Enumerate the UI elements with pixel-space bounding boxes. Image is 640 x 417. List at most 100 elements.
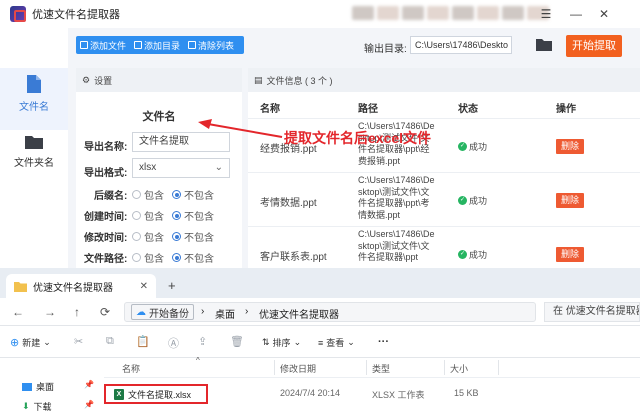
annotation-arrow-icon bbox=[198, 119, 283, 138]
menu-icon[interactable]: ☰ bbox=[536, 4, 556, 24]
chevron-down-icon: ⌄ bbox=[43, 337, 51, 347]
delete-button[interactable]: 删除 bbox=[556, 139, 584, 154]
add-folder-button[interactable]: 添加目录 bbox=[130, 39, 184, 52]
col-name: 名称 bbox=[260, 104, 280, 115]
tab-close-icon[interactable]: ✕ bbox=[140, 281, 148, 292]
file-explorer-window: 优速文件名提取器 ✕ + ← → ↑ ⟳ ☁ 开始备份 › 桌面 › 优速文件名… bbox=[0, 268, 640, 417]
delete-button[interactable]: 删除 bbox=[556, 193, 584, 208]
col-header-name[interactable]: 名称 bbox=[122, 362, 140, 375]
back-arrow-icon[interactable]: ← bbox=[12, 305, 24, 319]
browse-folder-icon[interactable] bbox=[536, 38, 552, 51]
column-divider[interactable] bbox=[498, 360, 499, 375]
nav-item-desktop[interactable]: 桌面 bbox=[22, 380, 54, 393]
plus-circle-icon: ⊕ bbox=[10, 337, 20, 349]
modified-include-radio[interactable]: 包含 bbox=[132, 229, 164, 244]
sidebar-item-label: 文件名 bbox=[19, 102, 49, 113]
path-exclude-radio[interactable]: 不包含 bbox=[172, 250, 214, 265]
col-action: 操作 bbox=[556, 104, 576, 115]
add-file-button[interactable]: 添加文件 bbox=[76, 39, 130, 52]
pin-icon[interactable]: 📌 bbox=[84, 400, 94, 409]
column-divider[interactable] bbox=[444, 360, 445, 375]
forward-arrow-icon[interactable]: → bbox=[44, 305, 56, 319]
file-name-cell[interactable]: X 文件名提取.xlsx bbox=[104, 384, 208, 404]
view-button[interactable]: ≡ 查看 ⌄ bbox=[318, 336, 355, 349]
explorer-tab[interactable]: 优速文件名提取器 ✕ bbox=[6, 274, 156, 298]
more-options-button[interactable]: ··· bbox=[378, 336, 389, 348]
chevron-down-icon: ⌄ bbox=[293, 337, 302, 347]
breadcrumb-separator: › bbox=[201, 306, 205, 317]
sort-button[interactable]: ⇅ 排序 ⌄ bbox=[262, 336, 301, 349]
new-tab-button[interactable]: + bbox=[168, 278, 176, 293]
col-path: 路径 bbox=[358, 104, 378, 115]
status-badge: ✓ 成功 bbox=[458, 142, 488, 152]
col-header-modified[interactable]: 修改日期 bbox=[280, 362, 316, 375]
cut-icon[interactable]: ✂ bbox=[74, 335, 83, 348]
clear-list-button[interactable]: 清除列表 bbox=[184, 39, 238, 52]
file-row[interactable]: X 文件名提取.xlsx 2024/7/4 20:14 XLSX 工作表 15 … bbox=[104, 384, 640, 406]
document-icon: ▤ bbox=[254, 74, 263, 85]
column-divider[interactable] bbox=[274, 360, 275, 375]
col-header-size[interactable]: 大小 bbox=[450, 362, 468, 375]
table-row: 客户联系表.ppt C:\Users\17486\Desktop\测试文件\文件… bbox=[248, 226, 640, 268]
output-dir-input[interactable]: C:\Users\17486\Deskto bbox=[410, 36, 512, 54]
file-icon bbox=[27, 75, 41, 93]
nav-item-downloads[interactable]: ⬇ 下载 bbox=[22, 400, 52, 413]
view-icon: ≡ bbox=[318, 337, 324, 348]
address-bar[interactable]: ☁ 开始备份 › 桌面 › 优速文件名提取器 bbox=[124, 302, 536, 322]
suffix-exclude-radio[interactable]: 不包含 bbox=[172, 187, 214, 202]
breadcrumb-desktop[interactable]: 桌面 bbox=[215, 306, 235, 321]
start-extract-button[interactable]: 开始提取 bbox=[566, 35, 622, 57]
col-header-type[interactable]: 类型 bbox=[372, 362, 390, 375]
add-file-icon bbox=[80, 41, 88, 49]
refresh-icon[interactable]: ⟳ bbox=[100, 305, 110, 319]
created-exclude-radio[interactable]: 不包含 bbox=[172, 208, 214, 223]
search-input[interactable]: 在 优速文件名提取器 bbox=[544, 302, 640, 322]
sidebar-item-foldername[interactable]: 文件夹名 bbox=[0, 132, 68, 180]
delete-button[interactable]: 删除 bbox=[556, 247, 584, 262]
row-file-path: C:\Users\17486\Desktop\测试文件\文件名提取器\ppt bbox=[358, 229, 435, 262]
explorer-command-bar: ⊕ 新建 ⌄ ✂ ⧉ 📋 Ⓐ ⇪ 🗑 ⇅ 排序 ⌄ ≡ 查看 ⌄ ··· bbox=[0, 326, 640, 358]
settings-panel: ⚙ 设置 文件名 导出名称: 文件名提取 导出格式: xlsx ⌄ 后缀名: 包… bbox=[76, 68, 242, 268]
created-include-radio[interactable]: 包含 bbox=[132, 208, 164, 223]
breadcrumb-separator: › bbox=[245, 306, 249, 317]
close-icon[interactable]: ✕ bbox=[594, 4, 614, 24]
sort-up-icon: ^ bbox=[196, 356, 200, 365]
excel-file-icon: X bbox=[114, 388, 124, 400]
created-time-label: 创建时间: bbox=[84, 212, 128, 223]
suffix-include-radio[interactable]: 包含 bbox=[132, 187, 164, 202]
row-file-name: 客户联系表.ppt bbox=[260, 252, 327, 263]
pin-icon[interactable]: 📌 bbox=[84, 380, 94, 389]
settings-header: ⚙ 设置 bbox=[76, 68, 242, 92]
row-file-path: C:\Users\17486\Desktop\测试文件\文件名提取器\ppt\考… bbox=[358, 175, 435, 220]
delete-icon[interactable]: 🗑 bbox=[230, 335, 244, 348]
file-path-label: 文件路径: bbox=[84, 254, 128, 265]
breadcrumb-current-folder[interactable]: 优速文件名提取器 bbox=[259, 306, 339, 321]
file-list-panel: ▤ 文件信息 ( 3 个 ) 名称 路径 状态 操作 经费报销.ppt C:\U… bbox=[248, 68, 640, 268]
file-path-radio-group: 包含 不包含 bbox=[132, 250, 214, 265]
created-time-radio-group: 包含 不包含 bbox=[132, 208, 214, 223]
paste-icon[interactable]: 📋 bbox=[136, 335, 150, 348]
output-dir-label: 输出目录: bbox=[364, 44, 407, 55]
col-status: 状态 bbox=[458, 104, 478, 115]
check-icon: ✓ bbox=[458, 250, 467, 259]
export-format-select[interactable]: xlsx ⌄ bbox=[132, 158, 230, 178]
new-button[interactable]: ⊕ 新建 ⌄ bbox=[10, 336, 51, 349]
minimize-icon[interactable]: — bbox=[566, 4, 586, 24]
modified-exclude-radio[interactable]: 不包含 bbox=[172, 229, 214, 244]
copy-icon[interactable]: ⧉ bbox=[106, 335, 114, 348]
path-include-radio[interactable]: 包含 bbox=[132, 250, 164, 265]
check-icon: ✓ bbox=[458, 142, 467, 151]
file-size: 15 KB bbox=[454, 388, 479, 398]
breadcrumb-root[interactable]: ☁ 开始备份 bbox=[131, 304, 194, 320]
rename-icon[interactable]: Ⓐ bbox=[168, 335, 179, 351]
sidebar-item-label: 文件夹名 bbox=[14, 158, 54, 169]
status-badge: ✓ 成功 bbox=[458, 250, 488, 260]
navigation-pane: 桌面 📌 ⬇ 下载 📌 bbox=[0, 358, 104, 417]
column-divider[interactable] bbox=[366, 360, 367, 375]
share-icon[interactable]: ⇪ bbox=[198, 335, 207, 348]
download-icon: ⬇ bbox=[22, 401, 30, 411]
modified-time-label: 修改时间: bbox=[84, 233, 128, 244]
sidebar-item-filename[interactable]: 文件名 bbox=[0, 68, 68, 130]
up-arrow-icon[interactable]: ↑ bbox=[74, 305, 80, 319]
file-modified: 2024/7/4 20:14 bbox=[280, 388, 341, 398]
